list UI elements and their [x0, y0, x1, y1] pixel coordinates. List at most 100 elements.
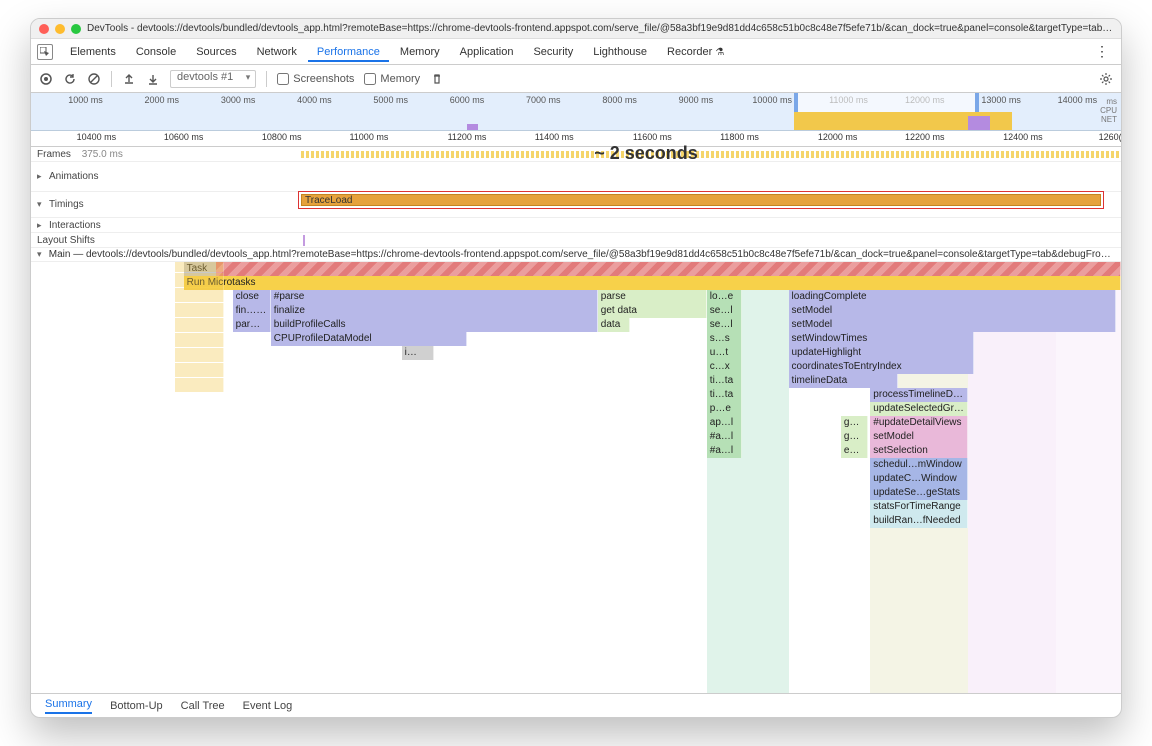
tab-elements[interactable]: Elements [61, 42, 125, 62]
flame-entry-coordtoentryindex[interactable]: coordinatesToEntryIndex [789, 360, 974, 374]
flame-entry-s-s[interactable]: s…s [707, 332, 742, 346]
flame-entry-e[interactable]: e… [841, 444, 868, 458]
flame-entry-par-at[interactable]: par…at [233, 318, 271, 332]
flame-entry-statsfortimerange[interactable]: statsForTimeRange [870, 500, 968, 514]
flame-entry-data[interactable]: data [598, 318, 631, 332]
tab-network[interactable]: Network [248, 42, 306, 62]
flame-entry-i[interactable]: i… [402, 346, 435, 360]
upload-icon[interactable] [122, 72, 136, 86]
chevron-down-icon[interactable]: ▾ [37, 199, 45, 210]
flame-entry-timelinedata[interactable]: timelineData [789, 374, 898, 388]
flame-entry-parse[interactable]: parse [598, 290, 707, 304]
inspect-element-icon[interactable] [37, 44, 53, 60]
flame-entry-se-l2[interactable]: se…l [707, 318, 742, 332]
record-icon[interactable] [39, 72, 53, 86]
tab-lighthouse[interactable]: Lighthouse [584, 42, 656, 62]
flame-entry-updatese-gestats[interactable]: updateSe…geStats [870, 486, 968, 500]
window-minimize-icon[interactable] [55, 24, 65, 34]
chevron-right-icon[interactable]: ▸ [37, 171, 45, 182]
flame-entry-processtimelinedata[interactable]: processTimelineData [870, 388, 968, 402]
chevron-down-icon[interactable]: ▾ [37, 249, 45, 260]
tab-recorder[interactable]: Recorder ⚗ [658, 42, 733, 62]
settings-gear-icon[interactable] [1099, 72, 1113, 86]
window-zoom-icon[interactable] [71, 24, 81, 34]
ruler-tick: 10600 ms [164, 132, 204, 142]
track-animations[interactable]: ▸Animations ~ 2 seconds [31, 162, 1121, 192]
flame-entry-ti-ta[interactable]: ti…ta [707, 374, 742, 388]
download-icon[interactable] [146, 72, 160, 86]
flame-entry-getdata[interactable]: get data [598, 304, 707, 318]
reload-record-icon[interactable] [63, 72, 77, 86]
flame-entry-ha-l[interactable]: #a…l [707, 430, 742, 444]
window-titlebar: DevTools - devtools://devtools/bundled/d… [31, 19, 1121, 39]
flame-entry-updatec-window[interactable]: updateC…Window [870, 472, 968, 486]
tab-performance[interactable]: Performance [308, 42, 389, 62]
main-track-header[interactable]: ▾ Main — devtools://devtools/bundled/dev… [31, 248, 1121, 262]
flame-entry-g1[interactable]: g… [841, 416, 868, 430]
chevron-right-icon[interactable]: ▸ [37, 220, 45, 231]
tab-bottom-up[interactable]: Bottom-Up [110, 700, 163, 712]
clear-icon[interactable] [87, 72, 101, 86]
tab-event-log[interactable]: Event Log [243, 700, 293, 712]
flame-chart[interactable]: Task Run Microtasks close #parse parse l… [31, 262, 1121, 693]
flame-entry-setwindowtimes[interactable]: setWindowTimes [789, 332, 974, 346]
flame-entry-setmodel2[interactable]: setModel [789, 318, 1116, 332]
flame-entry-se-l[interactable]: se…l [707, 304, 742, 318]
flame-entry-updatedetailviews[interactable]: #updateDetailViews [870, 416, 968, 430]
flame-entry-finalize[interactable]: finalize [271, 304, 598, 318]
flame-entry-p-e[interactable]: p…e [707, 402, 742, 416]
flame-entry-hashparse[interactable]: #parse [271, 290, 598, 304]
memory-checkbox[interactable]: Memory [364, 73, 420, 85]
layout-shift-bar[interactable] [303, 235, 305, 246]
flame-entry-ap-l[interactable]: ap…l [707, 416, 742, 430]
track-timings[interactable]: ▾ Timings TraceLoad [31, 192, 1121, 218]
flame-entry-c-x[interactable]: c…x [707, 360, 742, 374]
screenshots-checkbox[interactable]: Screenshots [277, 73, 354, 85]
flame-entry-run-microtasks[interactable]: Run Microtasks [184, 276, 1121, 290]
flame-entry-buildran-fneeded[interactable]: buildRan…fNeeded [870, 514, 968, 528]
track-layout-shifts[interactable]: Layout Shifts [31, 233, 1121, 248]
overview-tick: 7000 ms [526, 95, 561, 105]
flame-entry-close[interactable]: close [233, 290, 271, 304]
flame-entry-setmodel[interactable]: setModel [789, 304, 1116, 318]
flask-icon: ⚗ [715, 47, 724, 58]
time-ruler[interactable]: 10400 ms 10600 ms 10800 ms 11000 ms 1120… [31, 131, 1121, 147]
flame-entry-buildprofilecalls[interactable]: buildProfileCalls [271, 318, 598, 332]
tab-call-tree[interactable]: Call Tree [181, 700, 225, 712]
flame-entry-u-t[interactable]: u…t [707, 346, 742, 360]
flame-entry-fin-ace[interactable]: fin…ace [233, 304, 271, 318]
tab-application[interactable]: Application [451, 42, 523, 62]
flame-entry-setselection[interactable]: setSelection [870, 444, 968, 458]
ruler-tick: 11200 ms [448, 132, 487, 142]
flame-entry-updatehighlight[interactable]: updateHighlight [789, 346, 974, 360]
traceload-bar[interactable] [301, 194, 1101, 206]
more-tabs-icon[interactable]: ⋮ [1089, 43, 1115, 60]
track-interactions[interactable]: ▸Interactions [31, 218, 1121, 233]
overview-tick: 14000 ms [1058, 95, 1098, 105]
details-tabs: Summary Bottom-Up Call Tree Event Log [31, 693, 1121, 717]
track-frames[interactable]: Frames 375.0 ms [31, 147, 1121, 162]
flame-entry-cpuprofiledatamodel[interactable]: CPUProfileDataModel [271, 332, 467, 346]
flame-entry-updateselectedgroup[interactable]: updateSelectedGroup [870, 402, 968, 416]
flame-entry-loadingcomplete[interactable]: loadingComplete [789, 290, 1116, 304]
track-frames-value: 375.0 ms [82, 149, 123, 160]
flame-entry-ti-ta2[interactable]: ti…ta [707, 388, 742, 402]
traceload-label: TraceLoad [305, 195, 352, 206]
flame-entry-g2[interactable]: g… [841, 430, 868, 444]
tab-memory[interactable]: Memory [391, 42, 449, 62]
timeline-overview[interactable]: 1000 ms 2000 ms 3000 ms 4000 ms 5000 ms … [31, 93, 1121, 131]
flame-entry-ha-l2[interactable]: #a…l [707, 444, 742, 458]
track-label-timings: Timings [49, 199, 84, 210]
window-close-icon[interactable] [39, 24, 49, 34]
flame-entry-setmodel3[interactable]: setModel [870, 430, 968, 444]
tab-console[interactable]: Console [127, 42, 185, 62]
flame-entry-lo-e[interactable]: lo…e [707, 290, 742, 304]
profile-selector[interactable]: devtools #1 [170, 70, 256, 88]
screenshots-label: Screenshots [293, 73, 354, 85]
tab-security[interactable]: Security [524, 42, 582, 62]
devtools-window: DevTools - devtools://devtools/bundled/d… [30, 18, 1122, 718]
tab-sources[interactable]: Sources [187, 42, 245, 62]
flame-entry-schedul-mwindow[interactable]: schedul…mWindow [870, 458, 968, 472]
tab-summary[interactable]: Summary [45, 698, 92, 714]
trash-icon[interactable] [430, 72, 444, 86]
